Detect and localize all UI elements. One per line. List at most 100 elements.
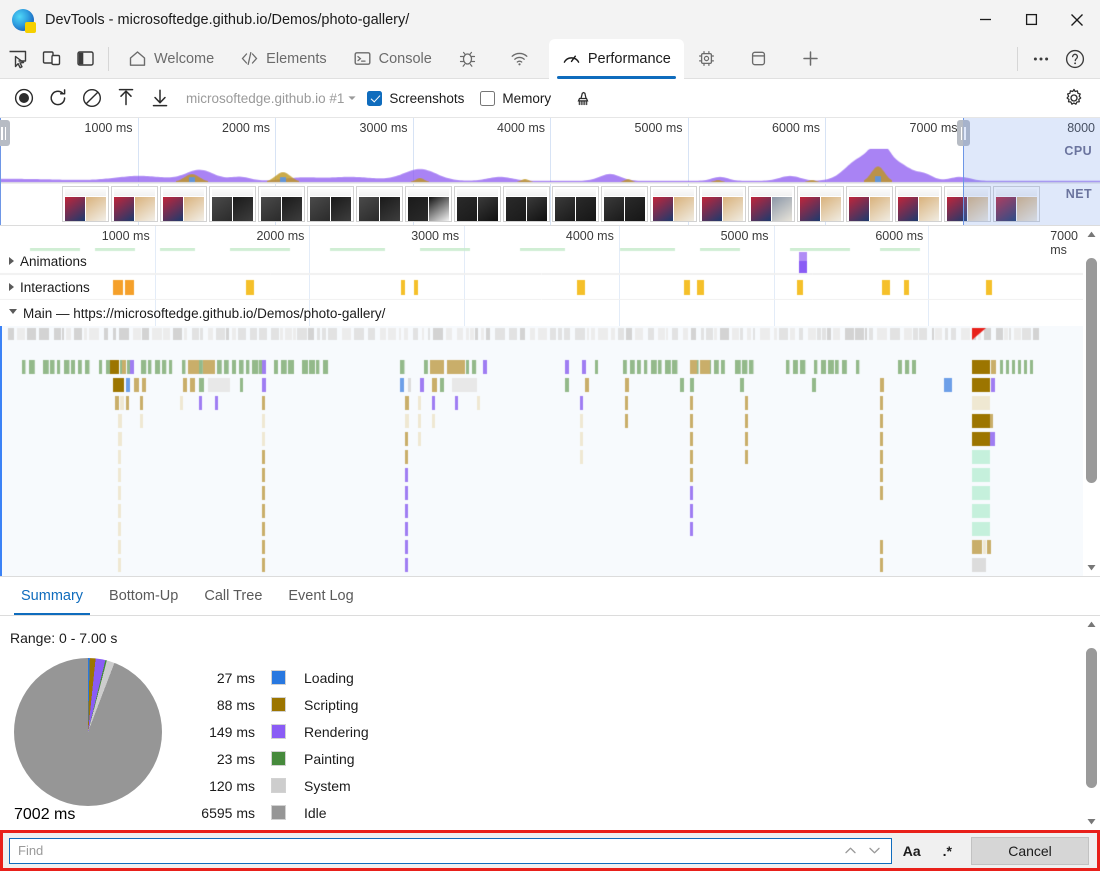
legend-swatch (271, 778, 286, 793)
filmstrip-frame[interactable] (503, 186, 550, 222)
tab-call-tree[interactable]: Call Tree (191, 576, 275, 615)
legend-row[interactable]: 27 msLoading (185, 664, 369, 691)
overview-cpu-graph (0, 142, 1100, 184)
main-flame-chart[interactable] (0, 326, 1083, 576)
filmstrip-frame[interactable] (846, 186, 893, 222)
performance-toolbar: microsoftedge.github.io #1 Screenshots M… (0, 79, 1100, 118)
filmstrip-frame[interactable] (650, 186, 697, 222)
collect-garbage-icon[interactable] (567, 83, 599, 113)
filmstrip-frame[interactable] (552, 186, 599, 222)
track-row-main[interactable]: Main — https://microsoftedge.github.io/D… (0, 302, 1083, 324)
summary-scrollbar[interactable] (1083, 616, 1100, 830)
capture-settings-gear-icon[interactable] (1058, 83, 1090, 113)
tab-performance[interactable]: Performance (549, 39, 684, 79)
clear-recording-button[interactable] (76, 83, 108, 113)
filmstrip-frame[interactable] (160, 186, 207, 222)
load-profile-button[interactable] (110, 83, 142, 113)
memory-checkbox[interactable]: Memory (480, 91, 551, 106)
frame-thumbnails (114, 197, 155, 221)
track-header-interactions[interactable]: Interactions (0, 280, 90, 295)
legend-label: System (286, 778, 351, 794)
legend-row[interactable]: 23 msPainting (185, 745, 369, 772)
filmstrip-frame[interactable] (895, 186, 942, 222)
tab-console[interactable]: Console (340, 39, 445, 79)
tab-network[interactable] (497, 39, 549, 79)
performance-icon (562, 49, 581, 68)
filmstrip-frame[interactable] (111, 186, 158, 222)
thumbnail-image (576, 197, 596, 221)
filmstrip-frame[interactable] (454, 186, 501, 222)
filmstrip-frame[interactable] (601, 186, 648, 222)
reload-and-record-button[interactable] (42, 83, 74, 113)
frame-header (751, 189, 792, 196)
track-header-main[interactable]: Main — https://microsoftedge.github.io/D… (0, 306, 385, 321)
timeline-tracks[interactable]: 1000 ms2000 ms3000 ms4000 ms5000 ms6000 … (0, 226, 1100, 576)
network-icon (510, 49, 529, 68)
more-tools-icon[interactable] (1024, 42, 1058, 76)
scroll-down-arrow-icon[interactable] (1083, 559, 1100, 576)
save-profile-button[interactable] (144, 83, 176, 113)
thumbnail-image (184, 197, 204, 221)
minimize-button[interactable] (962, 0, 1008, 39)
thumbnail-image (380, 197, 400, 221)
filmstrip-frame[interactable] (307, 186, 354, 222)
tracks-scrollbar[interactable] (1083, 226, 1100, 576)
title-bar: DevTools - microsoftedge.github.io/Demos… (0, 0, 1100, 39)
find-input[interactable]: Find (9, 838, 892, 864)
legend-row[interactable]: 149 msRendering (185, 718, 369, 745)
filmstrip-frame[interactable] (258, 186, 305, 222)
thumbnail-image (478, 197, 498, 221)
filmstrip-frame[interactable] (62, 186, 109, 222)
inspect-element-icon[interactable] (0, 42, 34, 76)
frame-header (800, 189, 841, 196)
use-regex-button[interactable]: .* (932, 837, 963, 865)
filmstrip-frame[interactable] (699, 186, 746, 222)
cancel-button[interactable]: Cancel (971, 837, 1089, 865)
frame-header (457, 189, 498, 196)
overview-dimmed-region-right[interactable] (963, 118, 1100, 226)
overview-filmstrip[interactable] (62, 186, 1040, 224)
find-previous-icon[interactable] (839, 839, 863, 863)
screenshots-checkbox[interactable]: Screenshots (367, 91, 464, 106)
legend-row[interactable]: 6595 msIdle (185, 799, 369, 826)
legend-row[interactable]: 88 msScripting (185, 691, 369, 718)
tab-sources-debugger[interactable] (445, 39, 497, 79)
help-icon[interactable] (1058, 42, 1092, 76)
maximize-button[interactable] (1008, 0, 1054, 39)
scrollbar-thumb[interactable] (1086, 648, 1097, 788)
filmstrip-frame[interactable] (797, 186, 844, 222)
tab-welcome[interactable]: Welcome (115, 39, 227, 79)
device-emulation-icon[interactable] (34, 42, 68, 76)
timeline-overview[interactable]: 1000 ms2000 ms3000 ms4000 ms5000 ms6000 … (0, 118, 1100, 226)
frame-header (310, 189, 351, 196)
dock-side-icon[interactable] (68, 42, 102, 76)
match-case-button[interactable]: Aa (892, 837, 932, 865)
tab-bottom-up[interactable]: Bottom-Up (96, 576, 191, 615)
selection-grip-left[interactable] (0, 120, 10, 146)
add-tab-button[interactable] (788, 39, 833, 79)
track-header-animations[interactable]: Animations (0, 254, 87, 269)
scrollbar-thumb[interactable] (1086, 258, 1097, 483)
overview-tick-label: 1000 ms (85, 121, 138, 135)
tab-summary[interactable]: Summary (8, 576, 96, 615)
filmstrip-frame[interactable] (356, 186, 403, 222)
selection-handle-left[interactable] (0, 118, 1, 226)
interactions-track-canvas[interactable] (0, 274, 1083, 300)
filmstrip-frame[interactable] (748, 186, 795, 222)
scroll-up-arrow-icon[interactable] (1083, 616, 1100, 633)
filmstrip-frame[interactable] (209, 186, 256, 222)
scroll-down-arrow-icon[interactable] (1083, 813, 1100, 830)
filmstrip-frame[interactable] (405, 186, 452, 222)
animations-track-canvas[interactable] (0, 248, 1083, 274)
find-next-icon[interactable] (863, 839, 887, 863)
tab-memory[interactable] (684, 39, 736, 79)
legend-row[interactable]: 120 msSystem (185, 772, 369, 799)
tab-application[interactable] (736, 39, 788, 79)
tab-elements[interactable]: Elements (227, 39, 339, 79)
profiling-target-selector[interactable]: microsoftedge.github.io #1 (186, 91, 357, 106)
overview-tick-label: 4000 ms (497, 121, 550, 135)
tab-event-log[interactable]: Event Log (275, 576, 366, 615)
scroll-up-arrow-icon[interactable] (1083, 226, 1100, 243)
close-button[interactable] (1054, 0, 1100, 39)
record-button[interactable] (8, 83, 40, 113)
